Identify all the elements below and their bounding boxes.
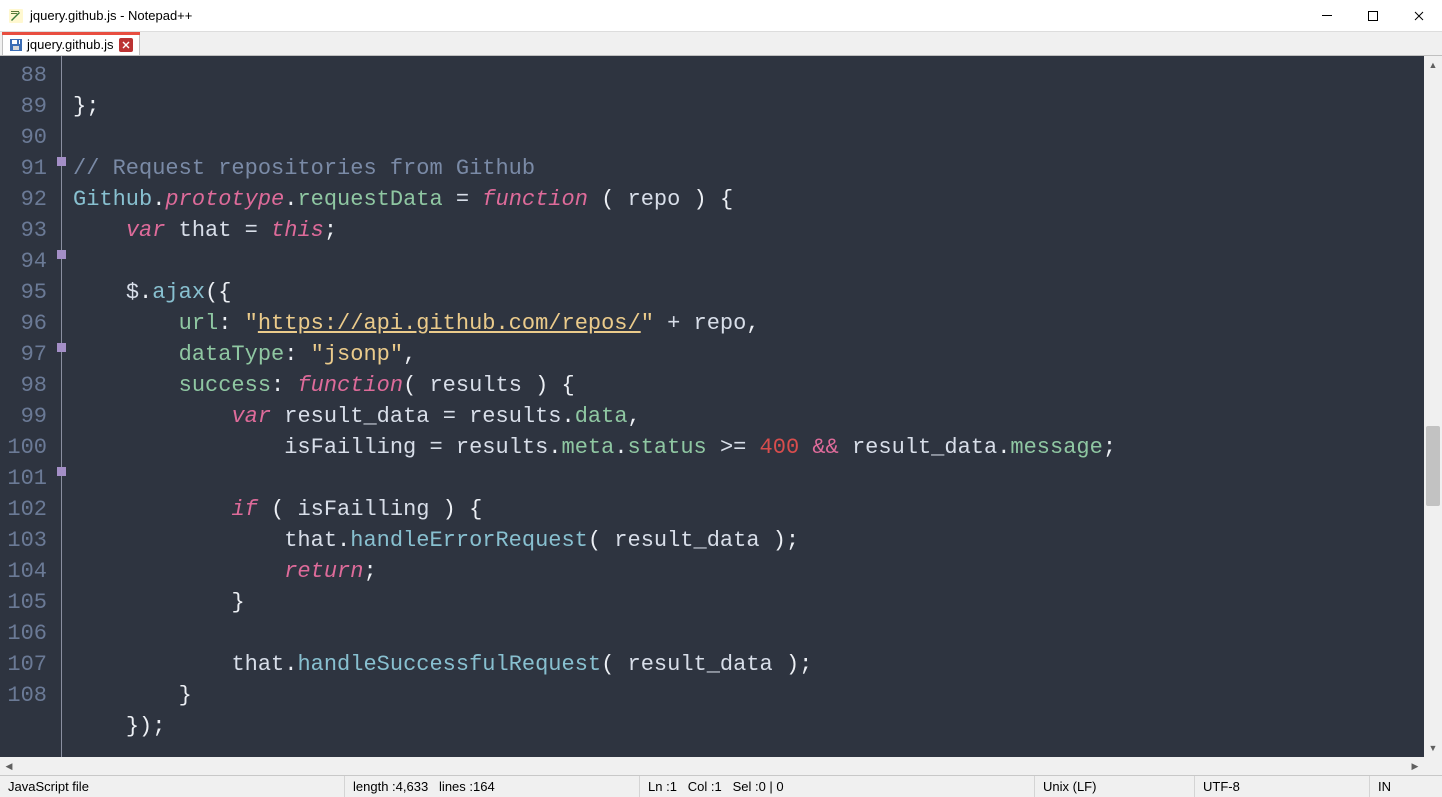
maximize-button[interactable] xyxy=(1350,0,1396,31)
status-position: Ln : 1 Col : 1 Sel : 0 | 0 xyxy=(640,776,1035,797)
vertical-scrollbar[interactable]: ▲ ▼ xyxy=(1424,56,1442,757)
status-eol: Unix (LF) xyxy=(1035,776,1195,797)
status-filetype: JavaScript file xyxy=(0,776,345,797)
titlebar: jquery.github.js - Notepad++ xyxy=(0,0,1442,32)
status-encoding: UTF-8 xyxy=(1195,776,1370,797)
horizontal-scrollbar[interactable]: ◀ ▶ xyxy=(0,757,1442,775)
minimize-button[interactable] xyxy=(1304,0,1350,31)
scroll-left-icon[interactable]: ◀ xyxy=(0,757,18,775)
close-button[interactable] xyxy=(1396,0,1442,31)
scroll-thumb[interactable] xyxy=(1426,426,1440,506)
app-icon xyxy=(8,8,24,24)
scroll-up-icon[interactable]: ▲ xyxy=(1424,56,1442,74)
fold-column[interactable] xyxy=(55,56,73,757)
line-gutter: 88 89 90 91 92 93 94 95 96 97 98 99 100 … xyxy=(0,56,55,757)
code-brace: }; xyxy=(73,94,99,119)
tab-filename: jquery.github.js xyxy=(27,37,113,52)
save-icon xyxy=(9,38,23,52)
scroll-right-icon[interactable]: ▶ xyxy=(1406,757,1424,775)
window-title: jquery.github.js - Notepad++ xyxy=(30,8,1304,23)
code-comment: // Request repositories from Github xyxy=(73,156,535,181)
status-mode: IN xyxy=(1370,776,1442,797)
tab-file[interactable]: jquery.github.js xyxy=(2,33,140,55)
editor[interactable]: 88 89 90 91 92 93 94 95 96 97 98 99 100 … xyxy=(0,56,1442,757)
status-length: length : 4,633 lines : 164 xyxy=(345,776,640,797)
scroll-down-icon[interactable]: ▼ xyxy=(1424,739,1442,757)
code-area[interactable]: }; // Request repositories from Github G… xyxy=(73,56,1424,757)
tab-bar: jquery.github.js xyxy=(0,32,1442,56)
tab-close-icon[interactable] xyxy=(119,38,133,52)
status-bar: JavaScript file length : 4,633 lines : 1… xyxy=(0,775,1442,797)
